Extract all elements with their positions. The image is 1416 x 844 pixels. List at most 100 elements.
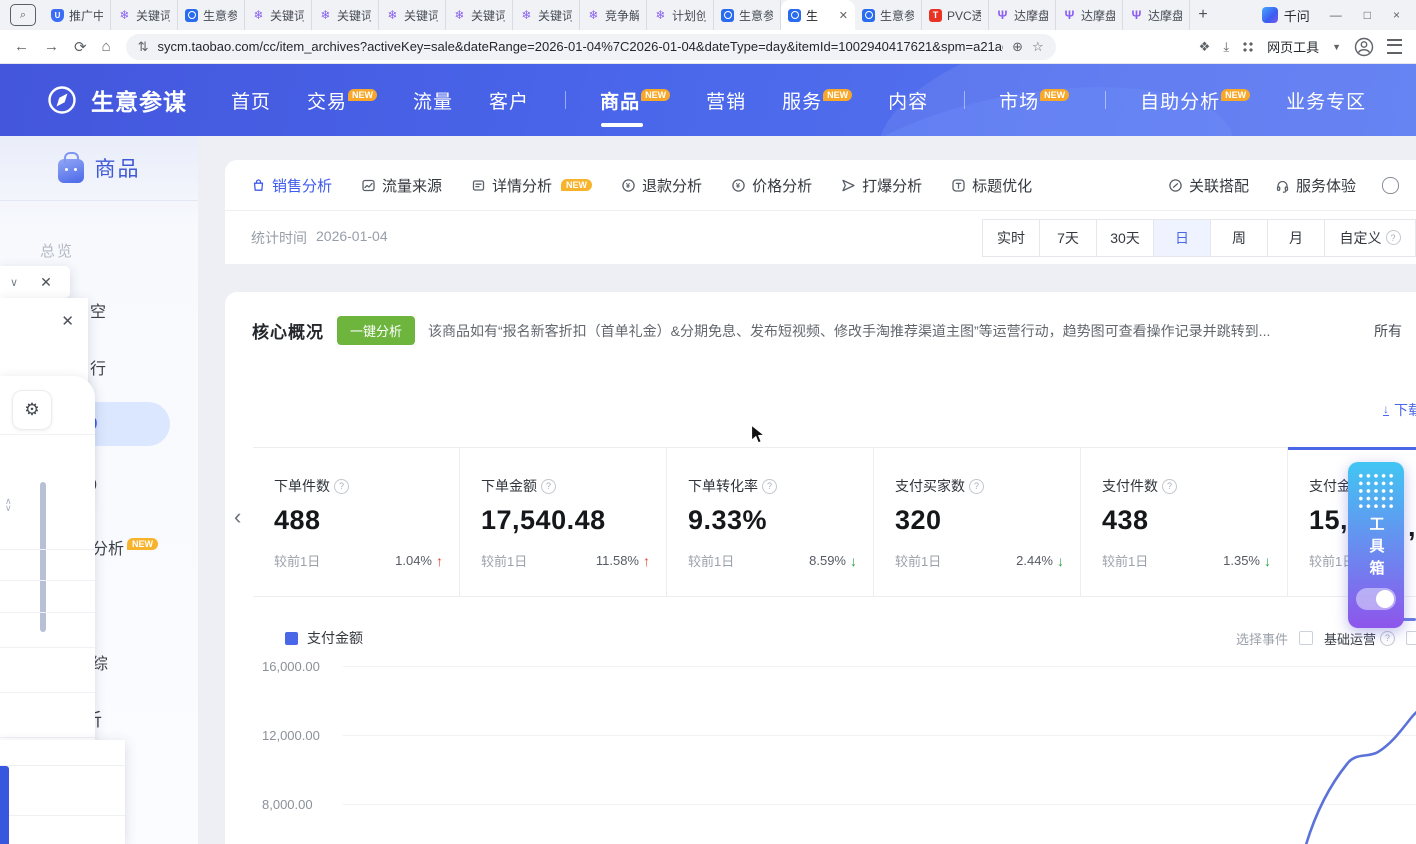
date-option-custom[interactable]: 自定义 xyxy=(1325,220,1415,256)
reload-icon[interactable]: ⟳ xyxy=(74,38,87,56)
browser-tab[interactable]: 关键词 xyxy=(245,0,312,30)
bookmark-star-icon[interactable]: ☆ xyxy=(1032,39,1044,55)
close-icon[interactable]: ✕ xyxy=(61,312,74,330)
assistant-button[interactable]: 千问 xyxy=(1262,6,1310,25)
browser-tab[interactable]: 计划创 xyxy=(647,0,714,30)
address-bar[interactable]: ⇅ sycm.taobao.com/cc/item_archives?activ… xyxy=(126,34,1056,60)
tab-price-analysis[interactable]: ¥ 价格分析 xyxy=(731,175,812,196)
browser-tab-active[interactable]: 生✕ xyxy=(781,0,855,30)
gear-icon[interactable]: ⚙ xyxy=(12,390,52,430)
scrollbar[interactable] xyxy=(40,482,46,632)
event-checkbox[interactable] xyxy=(1299,631,1313,645)
browser-tab[interactable]: PVC透 xyxy=(922,0,989,30)
menu-icon[interactable] xyxy=(1387,39,1402,54)
nav-item-traffic[interactable]: 流量 xyxy=(413,87,453,114)
nav-item-service[interactable]: 服务NEW xyxy=(782,87,838,114)
browser-tab[interactable]: 达摩盘 xyxy=(989,0,1056,30)
browser-tab[interactable]: 生意参 xyxy=(178,0,245,30)
maximize-button[interactable]: □ xyxy=(1364,8,1371,22)
nav-item-self-analysis[interactable]: 自助分析NEW xyxy=(1140,87,1236,114)
sidebar-item-fragment[interactable]: 行 xyxy=(90,355,106,379)
back-icon[interactable]: ← xyxy=(14,38,29,55)
date-option-week[interactable]: 周 xyxy=(1211,220,1268,256)
nav-item-market[interactable]: 市场NEW xyxy=(999,87,1055,114)
cards-scroll-left-icon[interactable]: ‹ xyxy=(234,504,241,530)
event-option-basic-ops[interactable]: 基础运营 xyxy=(1324,629,1395,648)
metric-pay-items[interactable]: 支付件数 438 较前1日 1.35%↓ xyxy=(1081,448,1288,596)
toolbox-toggle[interactable] xyxy=(1356,588,1396,610)
close-icon[interactable]: ✕ xyxy=(40,274,52,291)
browser-tab[interactable]: 竞争解 xyxy=(580,0,647,30)
browser-tab[interactable]: 达摩盘 xyxy=(1056,0,1123,30)
brand-title[interactable]: 生意参谋 xyxy=(91,83,187,117)
forward-icon[interactable]: → xyxy=(44,38,59,55)
divider xyxy=(0,612,95,613)
link-related-match[interactable]: 关联搭配 xyxy=(1168,175,1249,196)
zoom-icon[interactable]: ⊕ xyxy=(1012,39,1023,55)
nav-item-customer[interactable]: 客户 xyxy=(489,87,529,114)
tab-sales-analysis[interactable]: 销售分析 xyxy=(251,175,332,196)
toolbox-widget[interactable]: 工具箱 xyxy=(1348,462,1404,628)
tab-explode-analysis[interactable]: 打爆分析 xyxy=(841,175,922,196)
date-option-realtime[interactable]: 实时 xyxy=(983,220,1040,256)
browser-tab[interactable]: 关键词 xyxy=(513,0,580,30)
download-icon[interactable]: ⤓ xyxy=(1223,39,1229,55)
date-option-month[interactable]: 月 xyxy=(1268,220,1325,256)
browser-tab[interactable]: 生意参 xyxy=(714,0,781,30)
sort-chevrons-icon[interactable]: ∧∨ xyxy=(5,498,12,512)
tab-search-icon[interactable]: ⌕ xyxy=(10,4,36,26)
svg-text:¥: ¥ xyxy=(626,181,631,190)
nav-item-business-zone[interactable]: 业务专区 xyxy=(1286,87,1366,114)
home-icon[interactable]: ⌂ xyxy=(102,38,111,55)
browser-tab[interactable]: 生意参 xyxy=(855,0,922,30)
browser-tab[interactable]: 关键词 xyxy=(111,0,178,30)
metric-value: 17,540.48 xyxy=(481,505,650,536)
legend-label[interactable]: 支付金额 xyxy=(307,628,363,648)
date-option-30d[interactable]: 30天 xyxy=(1097,220,1154,256)
title-icon xyxy=(951,178,966,193)
apps-grid-icon[interactable] xyxy=(1242,41,1254,53)
nav-item-marketing[interactable]: 营销 xyxy=(706,87,746,114)
site-settings-icon[interactable]: ⇅ xyxy=(138,39,149,55)
sidebar-item-fragment[interactable]: 空 xyxy=(90,298,106,322)
date-option-day[interactable]: 日 xyxy=(1154,220,1211,256)
one-click-analyze-button[interactable]: 一键分析 xyxy=(337,316,415,345)
browser-tab[interactable]: 达摩盘 xyxy=(1123,0,1190,30)
app-nav: 生意参谋 首页 交易NEW 流量 客户 商品NEW 营销 服务NEW 内容 市场… xyxy=(0,64,1416,136)
metric-order-amount[interactable]: 下单金额 17,540.48 较前1日 11.58%↑ xyxy=(460,448,667,596)
metric-order-items[interactable]: 下单件数 488 较前1日 1.04%↑ xyxy=(253,448,460,596)
nav-item-product[interactable]: 商品NEW xyxy=(600,87,656,114)
sidebar-item-fragment[interactable]: 分析NEW xyxy=(92,535,158,559)
chevron-down-icon[interactable]: ∨ xyxy=(10,276,18,289)
sycm-favicon-icon xyxy=(862,9,875,22)
close-window-button[interactable]: × xyxy=(1393,8,1400,22)
event-checkbox[interactable] xyxy=(1406,631,1416,645)
minimize-button[interactable]: — xyxy=(1330,8,1342,22)
nav-item-content[interactable]: 内容 xyxy=(888,87,928,114)
browser-tab[interactable]: 推广中 xyxy=(44,0,111,30)
browser-tab[interactable]: 关键词 xyxy=(446,0,513,30)
tab-title-optimize[interactable]: 标题优化 xyxy=(951,175,1032,196)
sidebar-item-overview[interactable]: 总览 xyxy=(40,240,74,261)
overview-right-text[interactable]: 所有 xyxy=(1374,321,1402,341)
avatar[interactable] xyxy=(1354,37,1374,57)
metric-order-conversion[interactable]: 下单转化率 9.33% 较前1日 8.59%↓ xyxy=(667,448,874,596)
url-text[interactable]: sycm.taobao.com/cc/item_archives?activeK… xyxy=(158,39,1004,54)
tab-close-icon[interactable]: ✕ xyxy=(839,9,848,22)
clipped-icon[interactable] xyxy=(1382,177,1399,194)
web-tools-label[interactable]: 网页工具 xyxy=(1267,37,1319,56)
tab-traffic-source[interactable]: 流量来源 xyxy=(361,175,442,196)
extension-icon[interactable]: ❖ xyxy=(1199,39,1211,55)
nav-item-home[interactable]: 首页 xyxy=(231,87,271,114)
chevron-down-icon[interactable]: ▼ xyxy=(1332,42,1341,52)
download-link[interactable]: ↓下载 xyxy=(1383,400,1416,420)
browser-tab[interactable]: 关键词 xyxy=(312,0,379,30)
new-tab-button[interactable]: + xyxy=(1190,3,1216,27)
tab-detail-analysis[interactable]: 详情分析NEW xyxy=(471,175,592,196)
date-option-7d[interactable]: 7天 xyxy=(1040,220,1097,256)
link-service-experience[interactable]: 服务体验 xyxy=(1275,175,1356,196)
metric-pay-buyers[interactable]: 支付买家数 320 较前1日 2.44%↓ xyxy=(874,448,1081,596)
browser-tab[interactable]: 关键词 xyxy=(379,0,446,30)
tab-refund-analysis[interactable]: ¥ 退款分析 xyxy=(621,175,702,196)
nav-item-trade[interactable]: 交易NEW xyxy=(307,87,363,114)
